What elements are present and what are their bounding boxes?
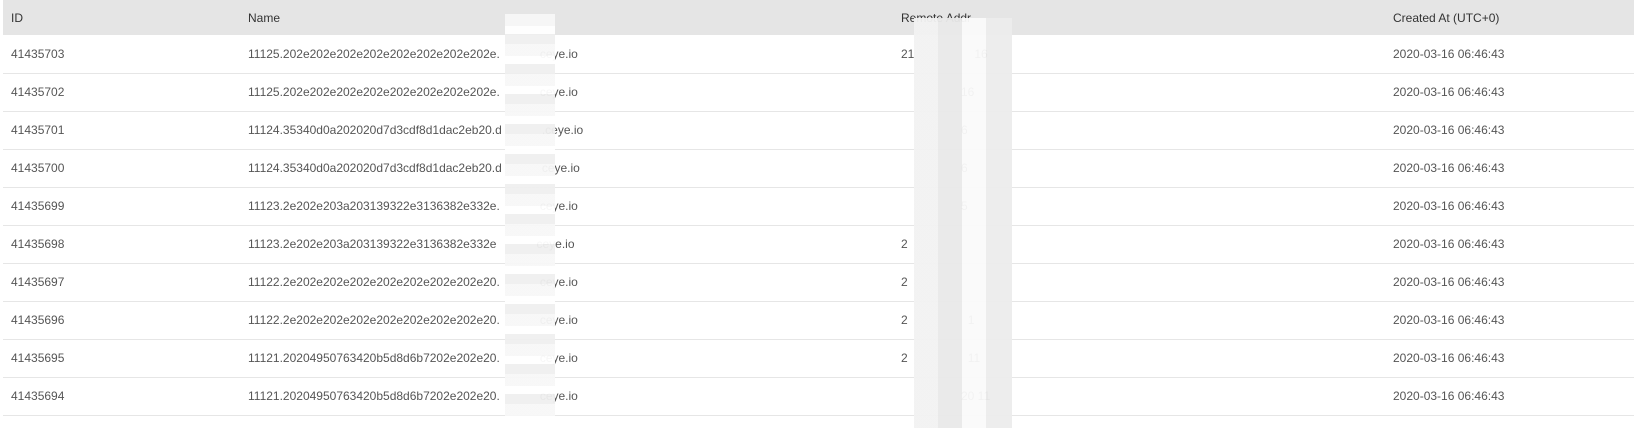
cell-id-text: 41435703 (11, 46, 65, 61)
cell-name: 11124.35340d0a202020d7d3cdf8d1dac2eb20.d… (240, 111, 893, 149)
cell-name: 11125.202e202e202e202e202e202e202e202e. c… (240, 73, 893, 111)
cell-created-at-text: 2020-03-16 06:46:43 (1393, 123, 1505, 137)
cell-name: 11121.20204950763420b5d8d6b7202e202e20. c… (240, 377, 893, 415)
cell-name: 11125.202e202e202e202e202e202e202e202e. c… (240, 35, 893, 73)
cell-created-at: 2020-03-16 06:46:43 (1385, 149, 1634, 187)
cell-name-text: 11122.2e202e202e202e202e202e202e202e20. (248, 313, 500, 327)
table-header: ID Name Remote Addr Created At (UTC+0) (3, 0, 1634, 35)
column-header-id[interactable]: ID (3, 0, 240, 35)
cell-id: 41435696 (3, 301, 240, 339)
cell-id: 41435695 (3, 339, 240, 377)
cell-id: 41435699 (3, 187, 240, 225)
table-row[interactable]: 41435703 11125.202e202e202e202e202e202e20… (3, 35, 1634, 73)
cell-id: 41435702 (3, 73, 240, 111)
cell-created-at-text: 2020-03-16 06:46:43 (1393, 351, 1505, 365)
cell-id: 41435694 (3, 377, 240, 415)
cell-name-text: 11121.20204950763420b5d8d6b7202e202e20. (248, 351, 500, 365)
cell-id: 41435698 (3, 225, 240, 263)
cell-remote-addr-text: 2 (901, 351, 908, 365)
cell-name: 11123.2e202e203a203139322e3136382e332e ce… (240, 225, 893, 263)
cell-name-text: 11121.20204950763420b5d8d6b7202e202e20. (248, 389, 500, 403)
cell-created-at: 2020-03-16 06:46:43 (1385, 35, 1634, 73)
cell-id: 41435697 (3, 263, 240, 301)
cell-created-at-text: 2020-03-16 06:46:43 (1393, 161, 1505, 175)
cell-created-at: 2020-03-16 06:46:43 (1385, 73, 1634, 111)
cell-created-at: 2020-03-16 06:46:43 (1385, 263, 1634, 301)
table-row[interactable]: 41435694 11121.20204950763420b5d8d6b7202e… (3, 377, 1634, 415)
cell-name-text: 11124.35340d0a202020d7d3cdf8d1dac2eb20.d (248, 161, 502, 175)
cell-id-text: 41435701 (11, 123, 65, 137)
cell-id-text: 41435700 (11, 161, 65, 175)
table-row[interactable]: 41435695 11121.20204950763420b5d8d6b7202e… (3, 339, 1634, 377)
cell-id: 41435703 (3, 35, 240, 73)
table-row[interactable]: 41435699 11123.2e202e203a203139322e313638… (3, 187, 1634, 225)
cell-created-at-text: 2020-03-16 06:46:43 (1393, 199, 1505, 213)
cell-remote-addr-text: 2 (901, 275, 908, 289)
cell-remote-addr-text: 2 (901, 237, 908, 251)
cell-name: 11122.2e202e202e202e202e202e202e202e20. c… (240, 301, 893, 339)
table-body: 41435703 11125.202e202e202e202e202e202e20… (3, 35, 1634, 415)
cell-id-text: 41435696 (11, 313, 65, 327)
records-table-container: ID Name Remote Addr Created At (UTC+0) 4… (3, 0, 1634, 416)
cell-created-at-text: 2020-03-16 06:46:43 (1393, 237, 1505, 251)
table-row[interactable]: 41435702 11125.202e202e202e202e202e202e20… (3, 73, 1634, 111)
cell-remote-addr-text: 2 (901, 313, 908, 327)
cell-created-at: 2020-03-16 06:46:43 (1385, 301, 1634, 339)
table-row[interactable]: 41435701 11124.35340d0a202020d7d3cdf8d1da… (3, 111, 1634, 149)
cell-name: 11121.20204950763420b5d8d6b7202e202e20. c… (240, 339, 893, 377)
cell-name: 11124.35340d0a202020d7d3cdf8d1dac2eb20.d… (240, 149, 893, 187)
column-header-name[interactable]: Name (240, 0, 893, 35)
cell-remote-addr-text: 21 (901, 46, 915, 61)
cell-created-at-text: 2020-03-16 06:46:43 (1393, 275, 1505, 289)
cell-id-text: 41435698 (11, 237, 65, 251)
cell-created-at: 2020-03-16 06:46:43 (1385, 111, 1634, 149)
table-row[interactable]: 41435700 11124.35340d0a202020d7d3cdf8d1da… (3, 149, 1634, 187)
cell-name: 11122.2e202e202e202e202e202e202e202e20. c… (240, 263, 893, 301)
cell-created-at-text: 2020-03-16 06:46:43 (1393, 313, 1505, 327)
cell-created-at-text: 2020-03-16 06:46:43 (1393, 46, 1505, 61)
cell-name-text: 11124.35340d0a202020d7d3cdf8d1dac2eb20.d (248, 123, 502, 137)
cell-id-text: 41435697 (11, 275, 65, 289)
cell-name-text: 11123.2e202e203a203139322e3136382e332e. (248, 199, 500, 213)
cell-created-at: 2020-03-16 06:46:43 (1385, 187, 1634, 225)
cell-id: 41435701 (3, 111, 240, 149)
redaction-overlay-remote-addr (914, 18, 1012, 428)
cell-name-text: 11125.202e202e202e202e202e202e202e202e. (248, 46, 500, 61)
redaction-overlay-name (505, 14, 555, 419)
cell-id-text: 41435702 (11, 85, 65, 99)
column-header-created-at[interactable]: Created At (UTC+0) (1385, 0, 1634, 35)
cell-id-text: 41435699 (11, 199, 65, 213)
cell-id-text: 41435695 (11, 351, 65, 365)
cell-id-text: 41435694 (11, 389, 65, 403)
cell-name-text: 11125.202e202e202e202e202e202e202e202e. (248, 85, 500, 99)
cell-created-at: 2020-03-16 06:46:43 (1385, 377, 1634, 415)
table-row[interactable]: 41435696 11122.2e202e202e202e202e202e202e… (3, 301, 1634, 339)
cell-id: 41435700 (3, 149, 240, 187)
cell-created-at-text: 2020-03-16 06:46:43 (1393, 85, 1505, 99)
cell-created-at: 2020-03-16 06:46:43 (1385, 225, 1634, 263)
cell-name-text: 11123.2e202e203a203139322e3136382e332e (248, 237, 497, 251)
table-row[interactable]: 41435698 11123.2e202e203a203139322e313638… (3, 225, 1634, 263)
cell-created-at-text: 2020-03-16 06:46:43 (1393, 389, 1505, 403)
records-table: ID Name Remote Addr Created At (UTC+0) 4… (3, 0, 1634, 416)
header-row: ID Name Remote Addr Created At (UTC+0) (3, 0, 1634, 35)
table-row[interactable]: 41435697 11122.2e202e202e202e202e202e202e… (3, 263, 1634, 301)
cell-created-at: 2020-03-16 06:46:43 (1385, 339, 1634, 377)
cell-name: 11123.2e202e203a203139322e3136382e332e. c… (240, 187, 893, 225)
cell-name-text: 11122.2e202e202e202e202e202e202e202e20. (248, 275, 500, 289)
